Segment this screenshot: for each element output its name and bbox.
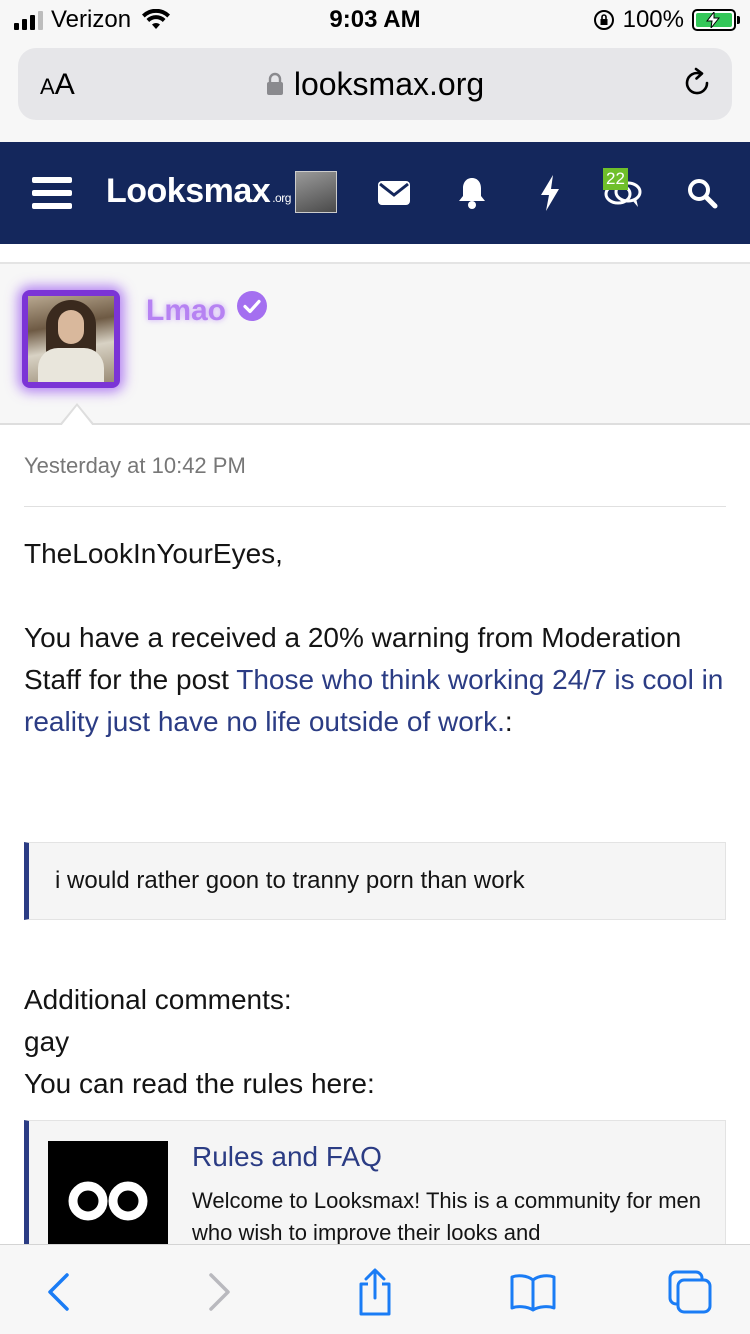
battery-percent: 100% xyxy=(622,6,684,33)
user-avatar[interactable] xyxy=(295,171,337,213)
site-logo[interactable]: Looksmax .org xyxy=(106,172,291,211)
url-display[interactable]: looksmax.org xyxy=(18,66,732,103)
conversations-badge: 22 xyxy=(603,168,628,190)
rules-link-preview[interactable]: Rules and FAQ Welcome to Looksmax! This … xyxy=(24,1120,726,1261)
reload-icon[interactable] xyxy=(680,66,714,100)
rules-text: You can read the rules here: xyxy=(24,1068,375,1099)
inbox-icon[interactable] xyxy=(374,142,414,244)
address-bar[interactable]: AA looksmax.org xyxy=(18,48,732,120)
conversations-icon[interactable] xyxy=(600,142,648,244)
additional-comments-label: Additional comments: xyxy=(24,984,292,1015)
tabs-icon[interactable] xyxy=(665,1267,715,1317)
quote-text: i would rather goon to tranny porn than … xyxy=(55,867,525,894)
battery-icon xyxy=(692,9,740,31)
verified-badge-icon xyxy=(237,291,267,321)
status-right: 100% xyxy=(593,6,740,34)
status-bar: Verizon 9:03 AM 100% xyxy=(0,0,750,40)
site-logo-icon xyxy=(48,1141,168,1261)
warning-paragraph: You have a received a 20% warning from M… xyxy=(24,617,724,743)
orientation-lock-icon xyxy=(593,10,614,30)
author-username[interactable]: Lmao xyxy=(146,294,226,328)
menu-icon[interactable] xyxy=(30,142,74,244)
quoted-post: i would rather goon to tranny porn than … xyxy=(24,842,726,920)
message-greeting: TheLookInYourEyes, xyxy=(24,538,283,569)
browser-toolbar xyxy=(0,1244,750,1334)
message-author: Lmao xyxy=(0,262,750,425)
bookmarks-icon[interactable] xyxy=(508,1267,558,1317)
author-avatar[interactable] xyxy=(22,290,120,388)
message-timestamp[interactable]: Yesterday at 10:42 PM xyxy=(24,453,246,479)
embed-title[interactable]: Rules and FAQ xyxy=(192,1141,382,1173)
share-icon[interactable] xyxy=(350,1267,400,1317)
bell-icon[interactable] xyxy=(452,142,492,244)
embed-description: Welcome to Looksmax! This is a community… xyxy=(192,1188,702,1245)
lock-icon xyxy=(266,72,283,95)
additional-comments-value: gay xyxy=(24,1026,70,1057)
bolt-icon[interactable] xyxy=(530,142,570,244)
divider xyxy=(24,506,726,507)
site-header: Looksmax .org 22 xyxy=(0,142,750,244)
browser-address-area: AA looksmax.org xyxy=(0,40,750,142)
url-text: looksmax.org xyxy=(293,66,485,102)
search-icon[interactable] xyxy=(682,142,722,244)
post-link-suffix: : xyxy=(504,706,513,737)
forward-icon[interactable] xyxy=(195,1267,245,1317)
back-icon[interactable] xyxy=(33,1267,83,1317)
